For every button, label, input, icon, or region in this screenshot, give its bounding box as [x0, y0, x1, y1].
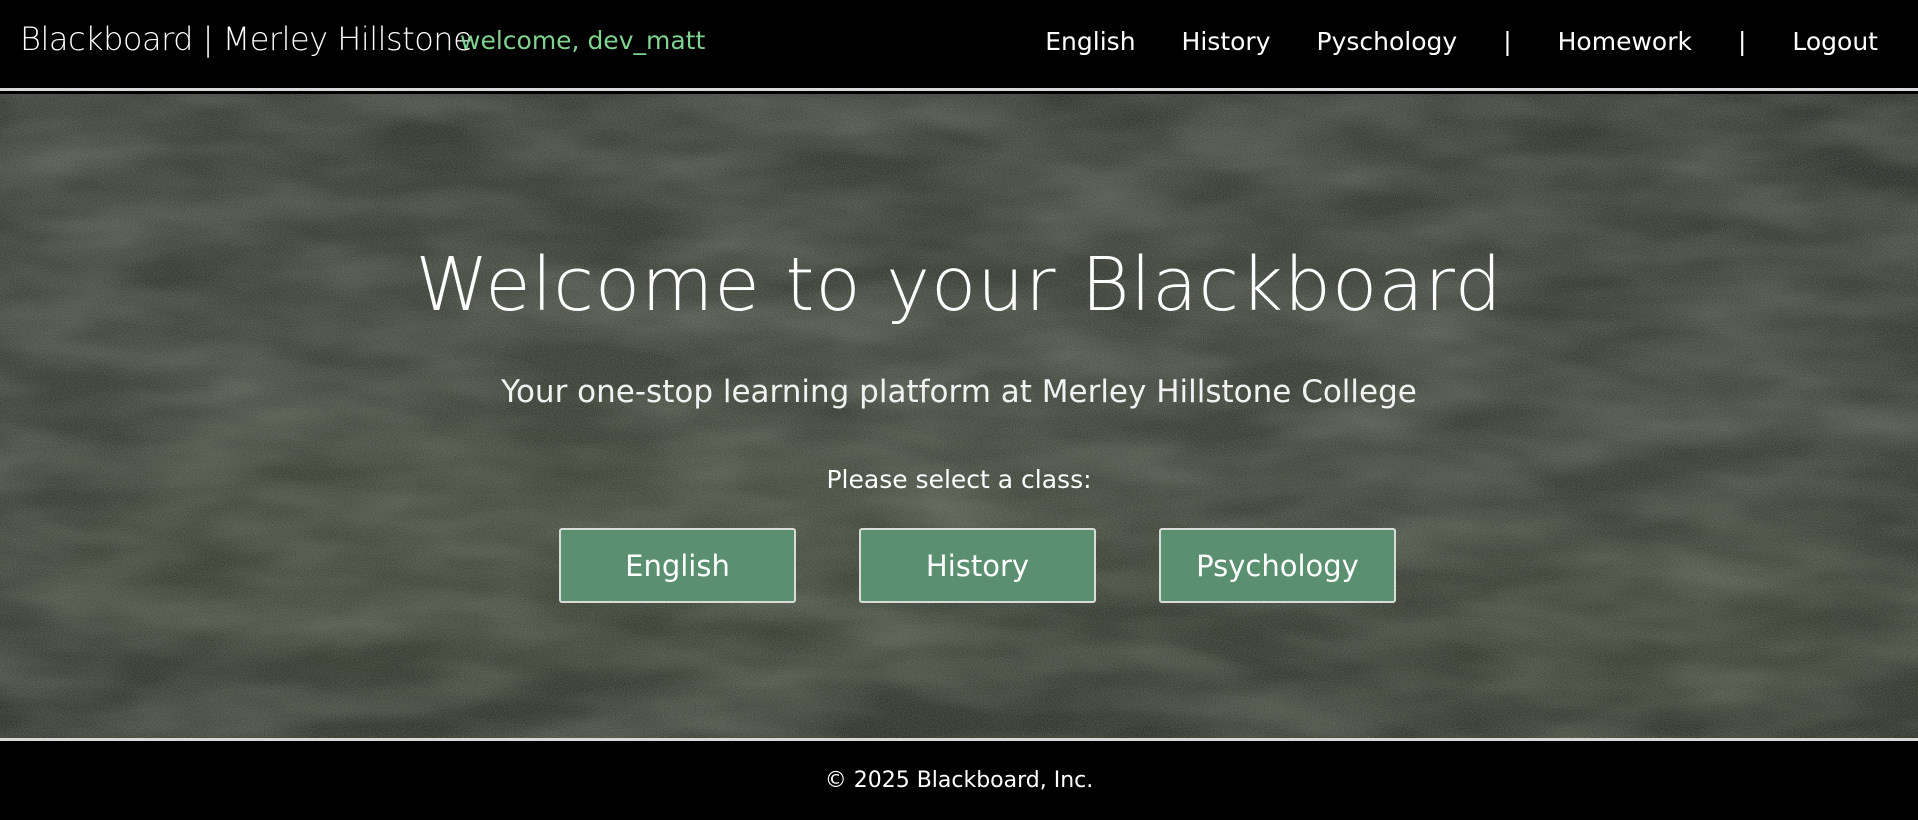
hero-title: Welcome to your Blackboard: [415, 242, 1503, 328]
class-button-history[interactable]: History: [859, 528, 1096, 603]
nav-link-homework[interactable]: Homework: [1558, 27, 1692, 56]
site-brand[interactable]: Blackboard | Merley Hillstone: [20, 20, 473, 58]
hero-subtitle: Your one-stop learning platform at Merle…: [501, 374, 1417, 410]
top-navbar: Blackboard | Merley Hillstone welcome, d…: [0, 0, 1918, 91]
footer-copyright: © 2025 Blackboard, Inc.: [824, 768, 1094, 793]
nav-separator: |: [1503, 27, 1512, 56]
class-button-english[interactable]: English: [559, 528, 796, 603]
chalkboard-texture: [0, 94, 1918, 738]
site-footer: © 2025 Blackboard, Inc.: [0, 738, 1918, 820]
chalkboard-hero: Welcome to your Blackboard Your one-stop…: [0, 94, 1918, 738]
nav-link-logout[interactable]: Logout: [1792, 27, 1878, 56]
nav-link-english[interactable]: English: [1045, 27, 1135, 56]
class-select-prompt: Please select a class:: [826, 465, 1092, 494]
welcome-user-text: welcome, dev_matt: [460, 26, 706, 55]
nav-link-psychology[interactable]: Pyschology: [1317, 27, 1458, 56]
class-button-psychology[interactable]: Psychology: [1159, 528, 1396, 603]
main-nav: English History Pyschology | Homework | …: [1045, 27, 1878, 56]
nav-link-history[interactable]: History: [1182, 27, 1271, 56]
nav-separator: |: [1737, 27, 1747, 56]
